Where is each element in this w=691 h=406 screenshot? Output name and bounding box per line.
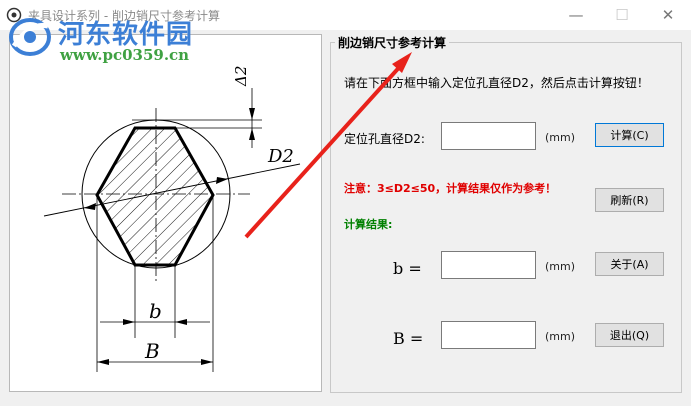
watermark-url: www.pc0359.cn [60,46,190,64]
watermark-logo-icon [9,18,51,56]
arrow-shaft [244,60,406,239]
app-window: 夹具设计系列 - 削边销尺寸参考计算 — ☐ ✕ Δ2 D2 b B 削边销尺寸… [0,0,691,406]
